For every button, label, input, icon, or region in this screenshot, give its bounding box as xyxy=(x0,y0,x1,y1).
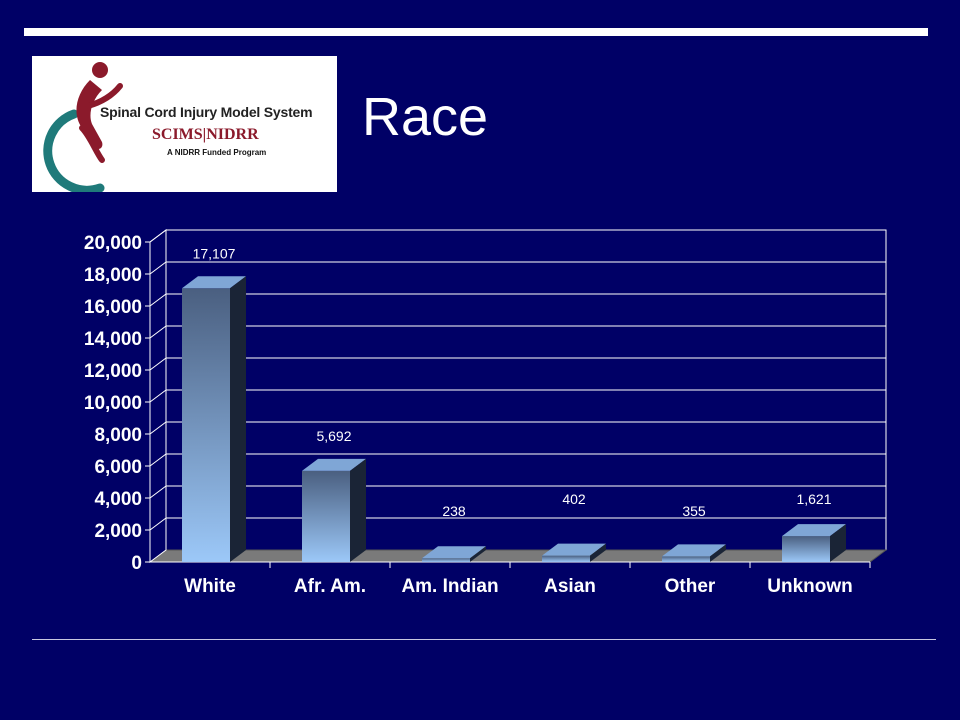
data-label: 355 xyxy=(682,503,706,519)
x-tick-label: Asian xyxy=(544,576,596,597)
y-tick-label: 2,000 xyxy=(94,521,142,542)
bar-front xyxy=(662,556,710,562)
data-label: 17,107 xyxy=(193,245,236,261)
x-tick-label: Afr. Am. xyxy=(294,576,366,597)
bar-side xyxy=(350,458,366,562)
data-label: 1,621 xyxy=(796,491,831,507)
bar-front xyxy=(542,555,590,562)
y-tick-label: 8,000 xyxy=(94,425,142,446)
bar-5 xyxy=(782,524,846,562)
y-tick-label: 6,000 xyxy=(94,457,142,478)
x-tick-label: Am. Indian xyxy=(401,576,498,597)
bar-side xyxy=(230,276,246,562)
bar-front xyxy=(422,558,470,562)
bar-1 xyxy=(302,458,366,562)
bar-front xyxy=(182,288,230,562)
y-tick-label: 20,000 xyxy=(84,233,142,254)
bar-front xyxy=(302,470,350,562)
y-tick-label: 16,000 xyxy=(84,297,142,318)
data-label: 402 xyxy=(562,491,586,507)
bar-0 xyxy=(182,276,246,562)
bottom-rule xyxy=(32,639,936,640)
data-label: 5,692 xyxy=(316,428,351,444)
data-label: 238 xyxy=(442,503,466,519)
y-tick-label: 18,000 xyxy=(84,265,142,286)
y-tick-label: 10,000 xyxy=(84,393,142,414)
x-tick-label: Other xyxy=(665,576,716,597)
y-tick-label: 4,000 xyxy=(94,489,142,510)
x-tick-label: White xyxy=(184,576,236,597)
y-tick-label: 14,000 xyxy=(84,329,142,350)
y-tick-label: 12,000 xyxy=(84,361,142,382)
plot-floor xyxy=(148,549,888,563)
x-tick-label: Unknown xyxy=(767,576,853,597)
race-bar-chart: 0 2,000 4,000 6,000 8,000 10,000 12,000 14,000 1… xyxy=(84,229,888,597)
y-tick-label: 0 xyxy=(131,553,142,574)
bar-front xyxy=(782,536,830,562)
